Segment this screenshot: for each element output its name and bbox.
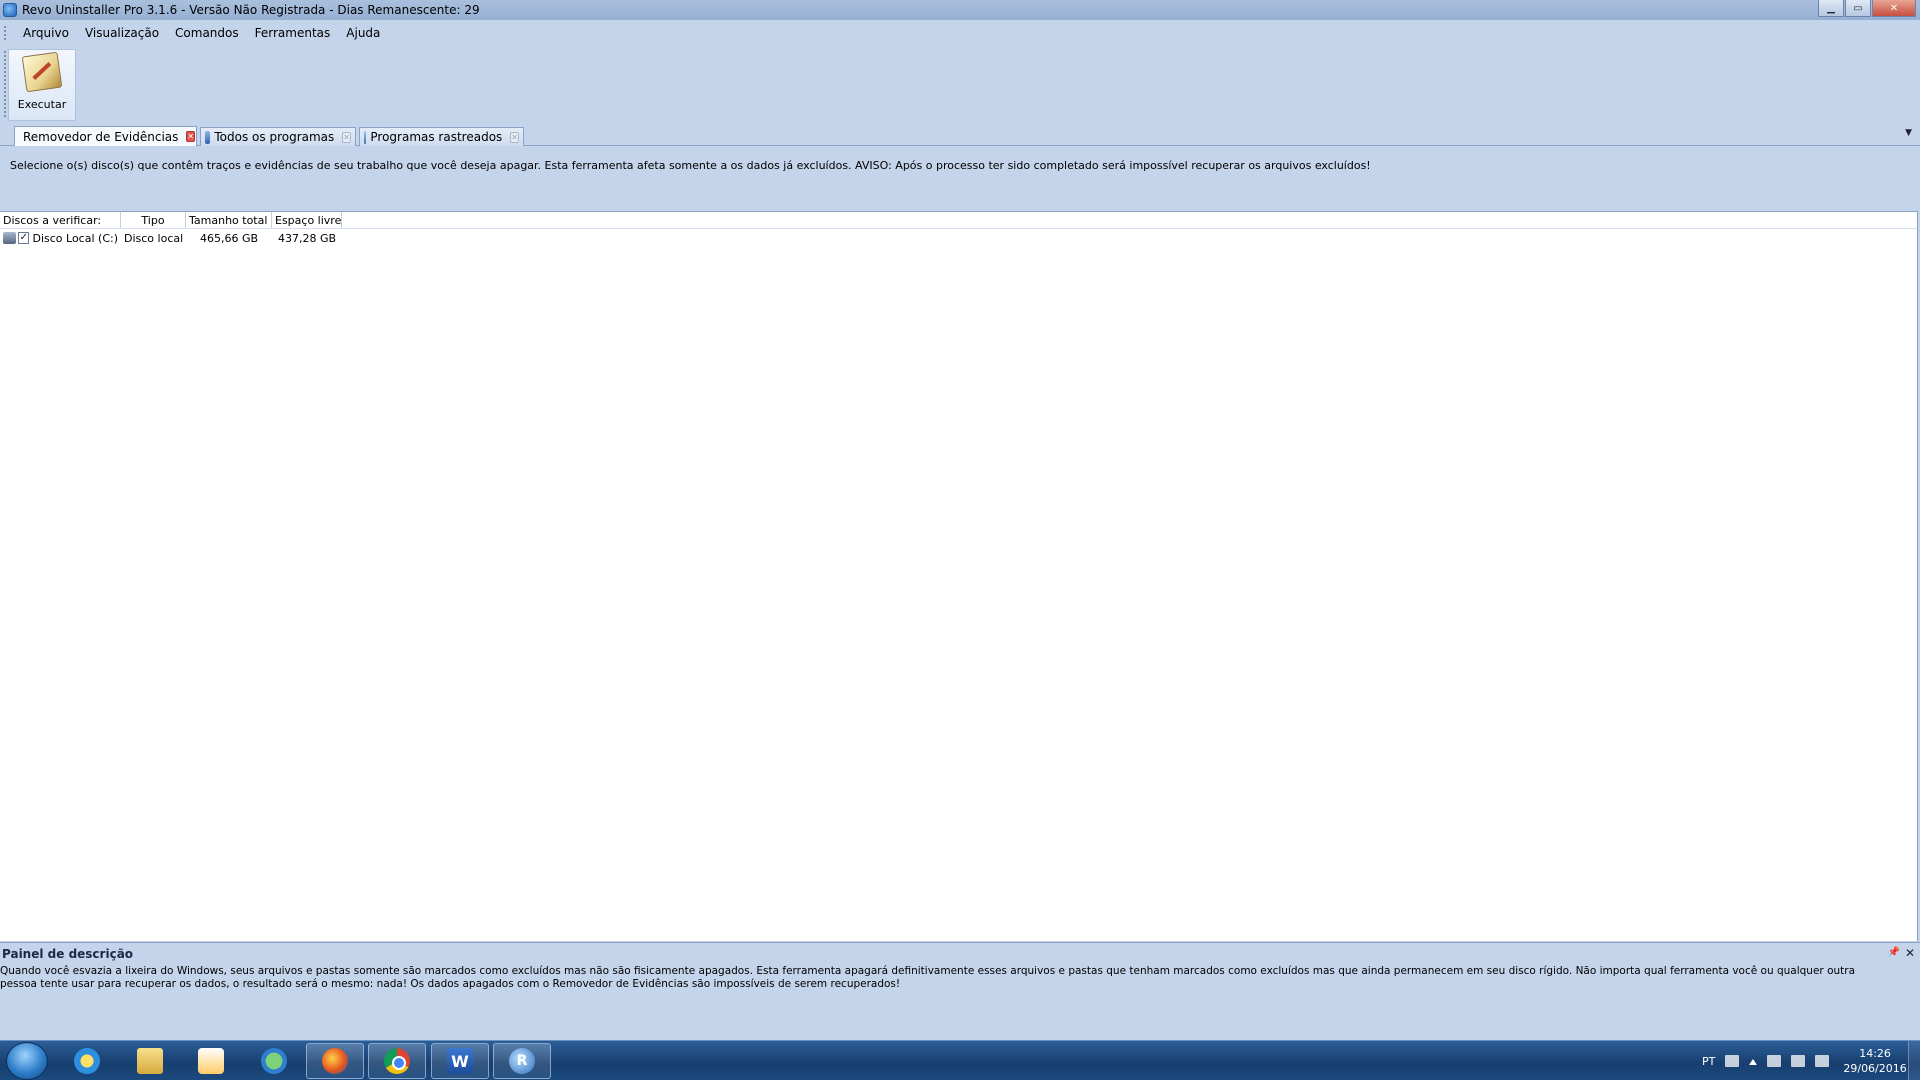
action-center-flag-icon[interactable] [1767, 1055, 1782, 1067]
taskbar-chrome[interactable] [368, 1043, 426, 1079]
menu-arquivo[interactable]: Arquivo [15, 24, 77, 42]
tracked-programs-icon [364, 130, 367, 144]
disk-total-size: 465,66 GB [199, 231, 259, 245]
clock[interactable]: 14:26 29/06/2016 [1843, 1046, 1906, 1076]
info-area: Selecione o(s) disco(s) que contêm traço… [0, 147, 1920, 211]
tab-label: Programas rastreados [370, 130, 503, 144]
description-panel-title: Painel de descrição [2, 947, 134, 961]
table-row[interactable]: ✓ Disco Local (C:) Disco local 465,66 GB… [0, 229, 1917, 247]
system-tray: PT 14:26 29/06/2016 [1680, 1041, 1920, 1080]
taskbar: W R PT 14:26 29/06/2016 [0, 1040, 1920, 1080]
status-strip [0, 1016, 1920, 1040]
panel-close-icon[interactable]: ✕ [1905, 946, 1915, 960]
description-text: Quando você esvazia a lixeira do Windows… [0, 965, 1856, 990]
tab-close-icon[interactable]: ✕ [342, 131, 351, 143]
tab-tracked-programs[interactable]: Programas rastreados ✕ [359, 127, 524, 146]
minimize-button[interactable]: ▁ [1818, 0, 1844, 17]
taskbar-file-explorer[interactable] [121, 1043, 179, 1079]
info-message: Selecione o(s) disco(s) que contêm traço… [10, 159, 1371, 172]
toolbar: Executar [0, 47, 1920, 123]
menu-grip[interactable] [4, 26, 7, 40]
window-controls: ▁ ▭ ✕ [1817, 0, 1916, 18]
disk-type: Disco local [124, 231, 184, 245]
tab-evidence-remover[interactable]: Removedor de Evidências ✕ [14, 126, 197, 146]
taskbar-media-player[interactable] [182, 1043, 240, 1079]
close-button[interactable]: ✕ [1872, 0, 1916, 17]
tab-close-icon[interactable]: ✕ [186, 131, 196, 142]
show-desktop-button[interactable] [1908, 1041, 1920, 1080]
disk-name: Disco Local (C:) [32, 231, 118, 245]
window-title: Revo Uninstaller Pro 3.1.6 - Versão Não … [22, 3, 480, 17]
menu-ajuda[interactable]: Ajuda [338, 24, 388, 42]
maximize-button[interactable]: ▭ [1845, 0, 1871, 17]
folder-icon [137, 1048, 163, 1074]
network-signal-icon[interactable] [1791, 1055, 1806, 1067]
media-player-icon [198, 1048, 224, 1074]
column-header-disks[interactable]: Discos a verificar: [0, 212, 121, 228]
internet-explorer-icon [74, 1048, 100, 1074]
tab-list-dropdown-icon[interactable]: ▼ [1905, 128, 1912, 138]
volume-muted-icon[interactable] [1815, 1055, 1830, 1067]
run-button[interactable]: Executar [8, 49, 76, 121]
taskbar-network-app[interactable] [245, 1043, 303, 1079]
menu-bar: Arquivo Visualização Comandos Ferramenta… [0, 21, 1920, 45]
taskbar-word[interactable]: W [431, 1043, 489, 1079]
hard-disk-icon [3, 232, 17, 244]
tab-strip: Removedor de Evidências ✕ Todos os progr… [0, 125, 1920, 146]
list-header: Discos a verificar: Tipo Tamanho total E… [0, 212, 1917, 229]
pin-icon[interactable]: 📌 [1888, 947, 1900, 958]
revo-app-icon [3, 3, 17, 17]
menu-visualizacao[interactable]: Visualização [77, 24, 167, 42]
taskbar-revo-uninstaller[interactable]: R [493, 1043, 551, 1079]
disk-checkbox[interactable]: ✓ [18, 232, 30, 244]
keyboard-icon[interactable] [1725, 1055, 1740, 1067]
run-button-label: Executar [17, 98, 67, 111]
taskbar-firefox[interactable] [306, 1043, 364, 1079]
column-header-total-size[interactable]: Tamanho total [186, 212, 272, 228]
menu-comandos[interactable]: Comandos [167, 24, 247, 42]
revo-uninstaller-icon: R [509, 1048, 535, 1074]
eraser-document-icon [21, 51, 63, 93]
title-bar[interactable]: Revo Uninstaller Pro 3.1.6 - Versão Não … [0, 0, 1920, 20]
tab-all-programs[interactable]: Todos os programas ✕ [200, 127, 356, 146]
toolbar-grip[interactable] [4, 51, 7, 117]
tab-close-icon[interactable]: ✕ [510, 131, 519, 143]
programs-icon [205, 130, 211, 144]
column-header-type[interactable]: Tipo [121, 212, 186, 228]
disk-name-cell: ✓ Disco Local (C:) [0, 232, 121, 245]
start-button[interactable] [6, 1042, 48, 1080]
firefox-icon [322, 1048, 348, 1074]
menu-ferramentas[interactable]: Ferramentas [247, 24, 339, 42]
tab-label: Removedor de Evidências [23, 129, 179, 144]
show-hidden-icons-arrow-icon[interactable] [1749, 1057, 1758, 1065]
column-header-free-space[interactable]: Espaço livre [272, 212, 342, 228]
tab-label: Todos os programas [214, 130, 335, 144]
disk-free-space: 437,28 GB [277, 231, 337, 245]
language-indicator[interactable]: PT [1702, 1055, 1715, 1068]
clock-time: 14:26 [1859, 1047, 1891, 1060]
word-icon: W [447, 1048, 473, 1074]
taskbar-internet-explorer[interactable] [58, 1043, 116, 1079]
clock-date: 29/06/2016 [1843, 1062, 1907, 1075]
chrome-icon [384, 1048, 410, 1074]
network-globe-icon [261, 1048, 287, 1074]
disk-list[interactable]: Discos a verificar: Tipo Tamanho total E… [0, 211, 1918, 941]
